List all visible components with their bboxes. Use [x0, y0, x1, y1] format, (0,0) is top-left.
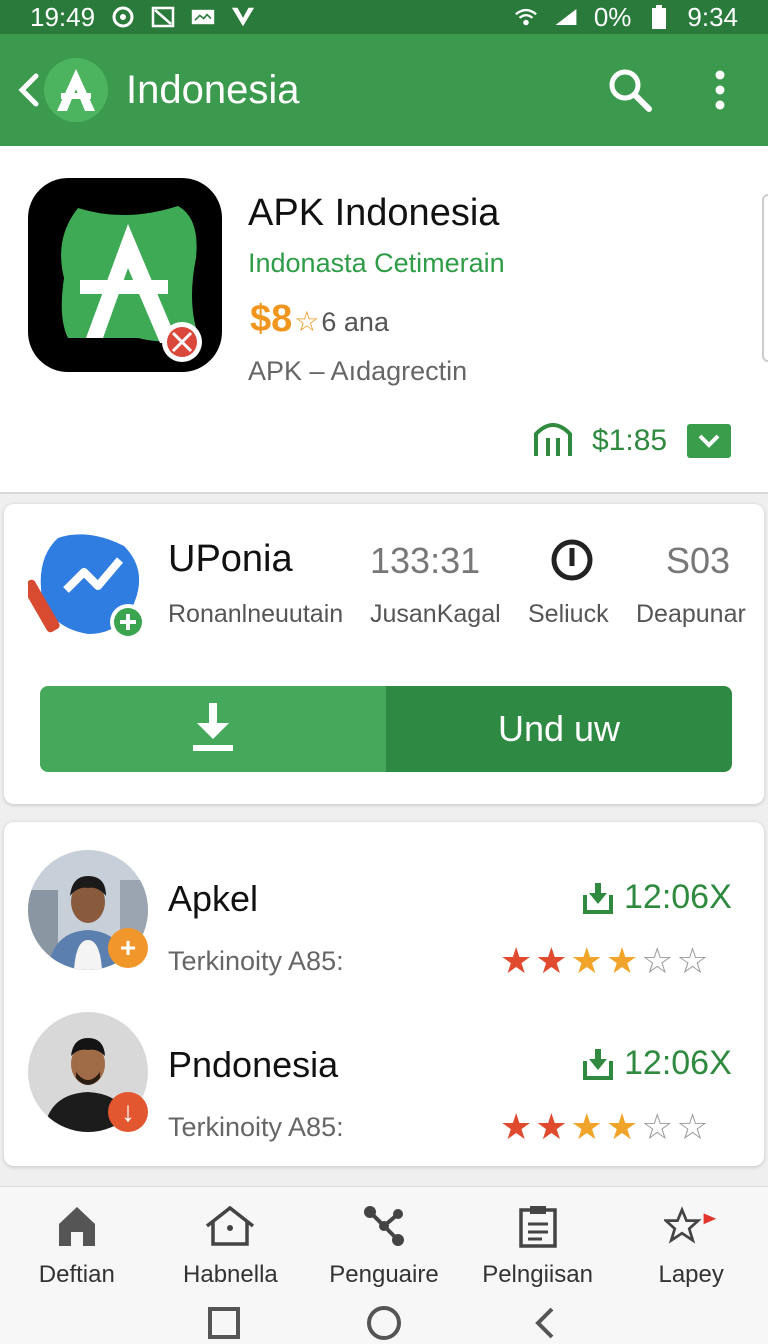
sync-icon — [111, 6, 135, 28]
nav-item-pelngiisan[interactable]: Pelngiisan — [463, 1201, 613, 1289]
star-outline-icon: ☆ — [641, 1106, 677, 1147]
download-box-icon — [583, 1048, 613, 1080]
list-item-subtitle: Terkinoity A85: — [168, 946, 344, 976]
stat-label: Deapunar — [636, 600, 746, 628]
download-box-icon — [583, 882, 613, 914]
star-filled-icon: ★ — [605, 940, 642, 981]
back-chevron-icon[interactable] — [524, 1303, 564, 1343]
back-chevron-icon[interactable] — [18, 70, 44, 110]
fence-icon — [530, 418, 576, 463]
flag-icon — [664, 1201, 718, 1251]
nav-item-deftian[interactable]: Deftian — [2, 1201, 152, 1289]
rating-stars: ★ ★ ★ ★ ☆ ☆ — [500, 1106, 712, 1148]
star-outline-icon: ☆ — [641, 940, 677, 981]
star-filled-icon: ★ — [500, 940, 536, 981]
app-subtitle: Ronanlneuutain — [168, 600, 344, 628]
list-item-name: Pndonesia — [168, 1044, 339, 1085]
app-name: UPonia — [168, 538, 293, 580]
star-filled-icon: ★ — [535, 1106, 571, 1147]
app-price: $8 — [250, 298, 293, 340]
app-list: + Apkel Terkinoity A85: 12:06X ★ ★ ★ ★ ☆ ☆ ↓ … — [4, 822, 764, 1166]
search-icon[interactable] — [600, 60, 660, 120]
star-filled-icon: ★ — [570, 1106, 606, 1147]
price-rating-line: $8 ☆ 6 ana — [250, 298, 389, 341]
nav-label: Habnella — [183, 1261, 278, 1288]
price-tag[interactable]: $1:85 — [530, 418, 732, 463]
image-icon — [191, 6, 215, 28]
nav-item-habnella[interactable]: Habnella — [155, 1201, 305, 1289]
star-outline-icon: ☆ — [676, 940, 712, 981]
rating-stars: ★ ★ ★ ★ ☆ ☆ — [500, 940, 712, 982]
uponia-app-icon[interactable] — [22, 528, 152, 642]
wifi-icon — [514, 6, 538, 28]
status-time-right: 9:34 — [687, 1, 738, 32]
app-card: UPonia Ronanlneuutain 133:31 JusanKagal … — [4, 504, 764, 804]
status-time-left: 19:49 — [30, 1, 96, 32]
status-bar: 19:49 0% 9:34 — [0, 0, 768, 34]
list-item[interactable]: ↓ Pndonesia Terkinoity A85: 12:06X ★ ★ ★ ★ ☆… — [4, 1008, 764, 1158]
star-filled-icon: ★ — [605, 1106, 642, 1147]
stat-label: JusanKagal — [370, 600, 501, 628]
star-outline-icon: ☆ — [676, 1106, 712, 1147]
page-title: Indonesia — [126, 67, 300, 112]
nav-item-penguaire[interactable]: Penguaire — [309, 1201, 459, 1289]
scroll-edge — [762, 194, 768, 362]
add-badge-icon: + — [108, 928, 148, 968]
no-sim-icon — [151, 6, 175, 28]
bottom-navigation: Deftian Habnella Penguaire Pelngiisan La… — [0, 1186, 768, 1344]
size-value: 12:06X — [624, 1044, 732, 1082]
share-nodes-icon — [357, 1201, 411, 1251]
vpn-icon — [231, 6, 255, 28]
stat-value: 133:31 — [370, 540, 481, 581]
chevron-down-icon[interactable] — [687, 423, 732, 458]
home-circle-icon[interactable] — [364, 1303, 404, 1343]
more-vertical-icon[interactable] — [690, 60, 750, 120]
list-item-size: 12:06X — [582, 1044, 732, 1083]
install-button[interactable]: Und uw — [386, 686, 732, 772]
battery-icon — [647, 5, 671, 29]
download-icon — [191, 701, 235, 758]
star-filled-icon: ★ — [570, 940, 606, 981]
download-badge-icon: ↓ — [108, 1092, 148, 1132]
action-buttons: Und uw — [40, 686, 732, 772]
nav-label: Lapey — [658, 1261, 724, 1288]
nav-label: Penguaire — [329, 1261, 439, 1288]
system-navigation — [0, 1301, 768, 1344]
house-outline-icon — [203, 1201, 257, 1251]
app-category: APK – Aıdagrectin — [248, 356, 468, 386]
recents-square-icon[interactable] — [204, 1303, 244, 1343]
info-icon — [550, 538, 594, 591]
nav-label: Pelngiisan — [482, 1261, 593, 1288]
app-logo-icon — [44, 58, 108, 122]
star-outline-icon: ☆ — [294, 306, 320, 337]
stat-label: Seliuck — [528, 600, 609, 628]
size-value: 12:06X — [624, 878, 732, 916]
developer-link[interactable]: Indonasta Cetimerain — [248, 248, 505, 279]
clipboard-icon — [511, 1201, 565, 1251]
battery-percent: 0% — [593, 1, 632, 32]
age-rating: 6 ana — [321, 307, 389, 337]
list-item-name: Apkel — [168, 878, 259, 919]
app-header-section: APK Indonesia Indonasta Cetimerain $8 ☆ … — [0, 146, 768, 494]
home-icon — [50, 1201, 104, 1251]
price-amount: $1:85 — [592, 423, 668, 457]
list-item[interactable]: + Apkel Terkinoity A85: 12:06X ★ ★ ★ ★ ☆ ☆ — [4, 842, 764, 992]
list-item-subtitle: Terkinoity A85: — [168, 1112, 344, 1142]
apk-app-icon[interactable] — [28, 178, 222, 372]
download-button[interactable] — [40, 686, 386, 772]
app-bar: Indonesia — [0, 34, 768, 146]
signal-icon — [554, 6, 578, 28]
list-item-size: 12:06X — [582, 878, 732, 917]
nav-item-lapey[interactable]: Lapey — [616, 1201, 766, 1289]
star-filled-icon: ★ — [500, 1106, 536, 1147]
nav-label: Deftian — [38, 1261, 115, 1288]
star-filled-icon: ★ — [535, 940, 571, 981]
stat-value: S03 — [666, 540, 731, 581]
app-name: APK Indonesia — [248, 192, 500, 234]
